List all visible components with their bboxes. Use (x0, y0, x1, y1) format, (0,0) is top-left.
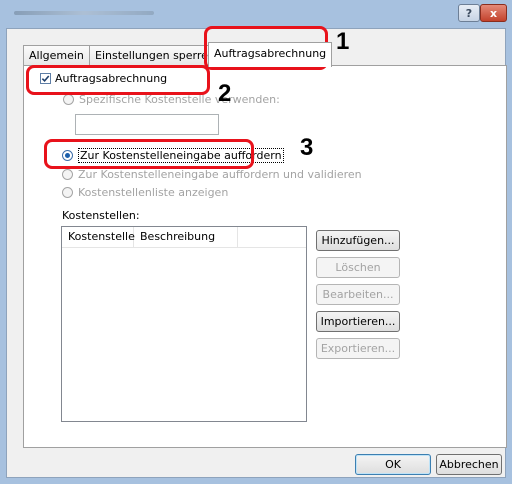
annotation-highlight-3 (44, 139, 254, 169)
window-title-blurred (14, 11, 154, 15)
close-button[interactable]: x (480, 4, 507, 22)
title-bar[interactable]: ? x (0, 0, 512, 28)
ok-button[interactable]: OK (355, 454, 431, 475)
tab-auftragsabrechnung[interactable]: Auftragsabrechnung (208, 42, 333, 67)
edit-button[interactable]: Bearbeiten... (316, 284, 400, 305)
annotation-number-2: 2 (218, 80, 232, 107)
annotation-highlight-2 (26, 65, 210, 95)
annotation-number-1: 1 (336, 28, 350, 55)
cost-centers-label: Kostenstellen: (62, 209, 140, 222)
annotation-number-3: 3 (300, 134, 314, 161)
cancel-button[interactable]: Abbrechen (436, 454, 502, 475)
help-button[interactable]: ? (458, 4, 480, 22)
tab-panel: Auftragsabrechnung Spezifische Kostenste… (23, 65, 507, 448)
radio-prompt-validate-row[interactable]: Zur Kostenstelleneingabe auffordern und … (62, 168, 362, 181)
list-header: Kostenstelle Beschreibung (62, 227, 306, 248)
add-button[interactable]: Hinzufügen... (316, 230, 400, 251)
radio-show-list-label: Kostenstellenliste anzeigen (78, 186, 229, 199)
export-button[interactable]: Exportieren... (316, 338, 400, 359)
dialog-client-area: Allgemein Einstellungen sperren Auftrags… (6, 28, 507, 478)
cost-center-input[interactable] (75, 114, 219, 135)
tab-allgemein[interactable]: Allgemein (23, 45, 90, 66)
tab-einstellungen-sperren[interactable]: Einstellungen sperren (89, 45, 221, 66)
column-header-cost-center[interactable]: Kostenstelle (62, 227, 135, 247)
radio-prompt-validate-label: Zur Kostenstelleneingabe auffordern und … (78, 168, 362, 181)
radio-show-list-row[interactable]: Kostenstellenliste anzeigen (62, 186, 228, 199)
delete-button[interactable]: Löschen (316, 257, 400, 278)
cost-centers-list[interactable]: Kostenstelle Beschreibung (61, 226, 307, 422)
import-button[interactable]: Importieren... (316, 311, 400, 332)
column-header-description[interactable]: Beschreibung (134, 227, 238, 247)
radio-show-list[interactable] (62, 187, 73, 198)
radio-prompt-validate[interactable] (62, 169, 73, 180)
radio-specific-cost-center[interactable] (63, 94, 74, 105)
